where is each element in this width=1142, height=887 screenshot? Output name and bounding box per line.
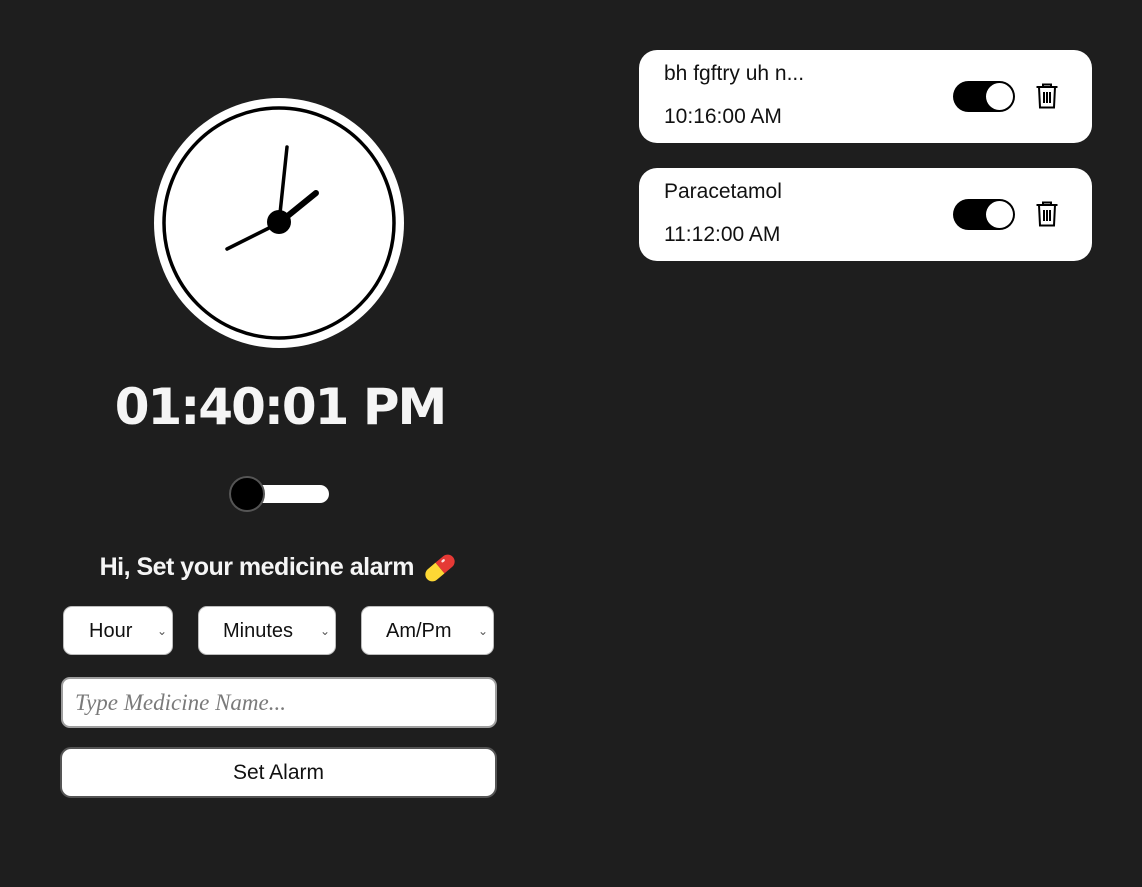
toggle-knob (986, 83, 1013, 110)
alarm-card: Paracetamol 11:12:00 AM (639, 168, 1092, 261)
pill-icon (425, 554, 456, 582)
ampm-select-value: Am/Pm (386, 620, 452, 642)
alarm-card: bh fgftry uh n... 10:16:00 AM (639, 50, 1092, 143)
theme-toggle[interactable] (229, 476, 331, 512)
trash-icon[interactable] (1035, 83, 1059, 109)
alarm-name: Paracetamol (664, 180, 782, 203)
alarm-time: 10:16:00 AM (664, 105, 782, 128)
greeting-text: Hi, Set your medicine alarm (99, 553, 415, 581)
alarm-enable-toggle[interactable] (953, 199, 1015, 230)
medicine-name-input[interactable] (61, 677, 497, 728)
alarm-enable-toggle[interactable] (953, 81, 1015, 112)
digital-time: 01:40:01 PM (114, 378, 448, 436)
alarm-name: bh fgftry uh n... (664, 62, 805, 85)
set-alarm-button[interactable]: Set Alarm (60, 747, 497, 798)
clock-center-pin (267, 210, 291, 234)
ampm-select[interactable]: Am/Pm ⌄ (361, 606, 494, 655)
alarm-time: 11:12:00 AM (664, 223, 781, 246)
greeting-heading: Hi, Set your medicine alarm (60, 548, 496, 586)
hour-select[interactable]: Hour ⌄ (63, 606, 173, 655)
chevron-down-icon: ⌄ (477, 624, 488, 638)
theme-toggle-thumb[interactable] (229, 476, 265, 512)
app-root: 01:40:01 PM Hi, Set your medicine alarm … (0, 0, 1142, 887)
trash-icon[interactable] (1035, 201, 1059, 227)
chevron-down-icon: ⌄ (156, 624, 167, 638)
toggle-knob (986, 201, 1013, 228)
minutes-select[interactable]: Minutes ⌄ (198, 606, 336, 655)
chevron-down-icon: ⌄ (319, 624, 330, 638)
analog-clock (154, 98, 404, 348)
hour-select-value: Hour (89, 620, 133, 642)
minutes-select-value: Minutes (223, 620, 294, 642)
